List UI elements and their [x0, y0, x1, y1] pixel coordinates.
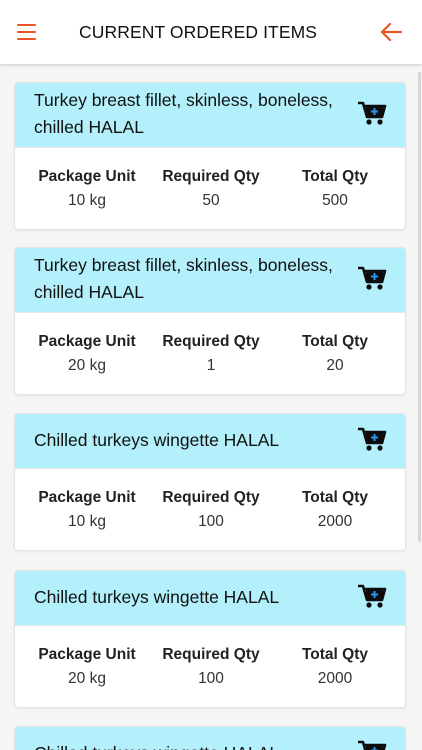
ordered-item-card: Turkey breast fillet, skinless, boneless… [14, 82, 406, 230]
top-app-bar: CURRENT ORDERED ITEMS [0, 0, 422, 64]
item-name: Turkey breast fillet, skinless, boneless… [34, 90, 333, 137]
scrollbar[interactable] [418, 72, 421, 542]
required-qty-value: 100 [198, 670, 224, 687]
item-details: Package Unit 20 kg Required Qty 1 Total … [15, 312, 405, 394]
ordered-items-list[interactable]: Turkey breast fillet, skinless, boneless… [0, 64, 422, 750]
app-screen: CURRENT ORDERED ITEMS Turkey breast fill… [0, 0, 422, 750]
package-unit-label: Package Unit [38, 489, 136, 506]
package-unit-value: 20 kg [68, 357, 106, 374]
total-qty-label: Total Qty [301, 646, 369, 663]
item-header: Chilled turkeys wingette HALAL [15, 571, 405, 625]
total-qty-column: Total Qty 20 [275, 332, 395, 376]
item-header: Turkey breast fillet, skinless, boneless… [15, 83, 405, 147]
hamburger-menu-icon[interactable] [15, 22, 39, 42]
package-unit-value: 10 kg [68, 513, 106, 530]
item-details: Package Unit 20 kg Required Qty 100 Tota… [15, 625, 405, 707]
package-unit-column: Package Unit 10 kg [27, 167, 147, 211]
total-qty-value: 20 [326, 357, 344, 374]
ordered-item-card: Chilled turkeys wingette HALAL [14, 726, 406, 750]
package-unit-label: Package Unit [38, 333, 136, 350]
total-qty-label: Total Qty [301, 489, 369, 506]
item-header: Chilled turkeys wingette HALAL [15, 414, 405, 468]
required-qty-value: 100 [198, 513, 224, 530]
required-qty-column: Required Qty 100 [151, 488, 271, 532]
item-name: Chilled turkeys wingette HALAL [34, 430, 280, 450]
package-unit-value: 10 kg [68, 192, 106, 209]
add-to-cart-icon[interactable] [357, 426, 387, 452]
required-qty-label: Required Qty [162, 646, 260, 663]
package-unit-column: Package Unit 20 kg [27, 332, 147, 376]
total-qty-column: Total Qty 2000 [275, 645, 395, 689]
arrow-left-icon[interactable] [379, 21, 403, 43]
add-to-cart-icon[interactable] [357, 100, 387, 126]
package-unit-label: Package Unit [38, 646, 136, 663]
package-unit-value: 20 kg [68, 670, 106, 687]
total-qty-value: 2000 [317, 513, 353, 530]
item-header: Turkey breast fillet, skinless, boneless… [15, 248, 405, 312]
required-qty-column: Required Qty 1 [151, 332, 271, 376]
total-qty-column: Total Qty 2000 [275, 488, 395, 532]
item-name: Turkey breast fillet, skinless, boneless… [34, 255, 333, 302]
item-name: Chilled turkeys wingette HALAL [34, 740, 359, 750]
required-qty-label: Required Qty [162, 489, 260, 506]
required-qty-value: 1 [206, 357, 216, 374]
ordered-item-card: Chilled turkeys wingette HALAL Package U… [14, 413, 406, 551]
add-to-cart-icon[interactable] [357, 583, 387, 609]
required-qty-label: Required Qty [162, 333, 260, 350]
item-name: Chilled turkeys wingette HALAL [34, 587, 280, 607]
required-qty-column: Required Qty 50 [151, 167, 271, 211]
ordered-item-card: Chilled turkeys wingette HALAL Package U… [14, 570, 406, 708]
package-unit-label: Package Unit [38, 168, 136, 185]
page-title: CURRENT ORDERED ITEMS [79, 22, 318, 42]
required-qty-value: 50 [202, 192, 220, 209]
required-qty-label: Required Qty [162, 168, 260, 185]
total-qty-value: 2000 [317, 670, 353, 687]
package-unit-column: Package Unit 20 kg [27, 645, 147, 689]
add-to-cart-icon[interactable] [357, 739, 387, 750]
package-unit-column: Package Unit 10 kg [27, 488, 147, 532]
item-header: Chilled turkeys wingette HALAL [15, 727, 405, 750]
total-qty-label: Total Qty [301, 333, 369, 350]
item-details: Package Unit 10 kg Required Qty 50 Total… [15, 147, 405, 229]
add-to-cart-icon[interactable] [357, 265, 387, 291]
ordered-item-card: Turkey breast fillet, skinless, boneless… [14, 247, 406, 395]
total-qty-value: 500 [322, 192, 348, 209]
total-qty-column: Total Qty 500 [275, 167, 395, 211]
total-qty-label: Total Qty [301, 168, 369, 185]
item-details: Package Unit 10 kg Required Qty 100 Tota… [15, 468, 405, 550]
required-qty-column: Required Qty 100 [151, 645, 271, 689]
